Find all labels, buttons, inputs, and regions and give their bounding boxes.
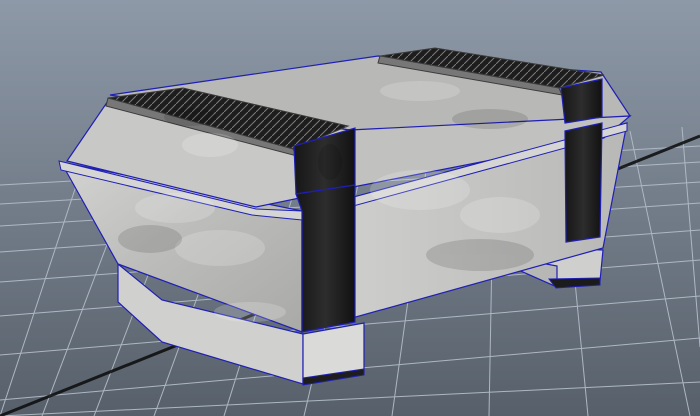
left-strap-lower[interactable] — [295, 184, 356, 333]
right-strap-lower[interactable] — [564, 122, 603, 243]
3d-viewport[interactable] — [0, 0, 700, 416]
viewport-canvas[interactable] — [0, 0, 700, 416]
